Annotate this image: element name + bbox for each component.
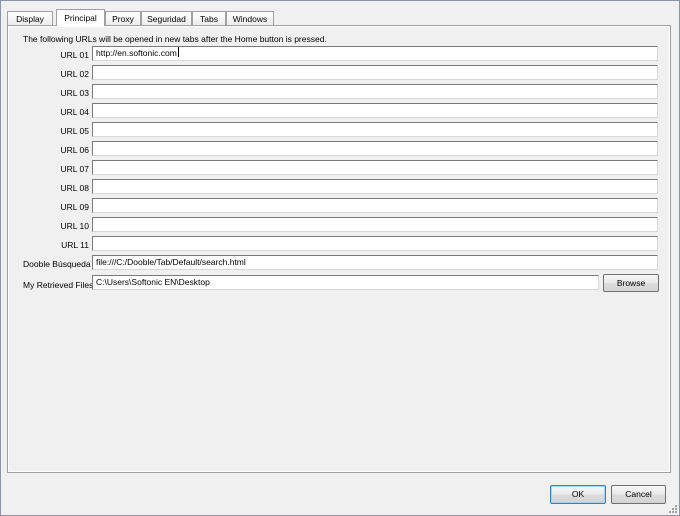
tab-seguridad[interactable]: Seguridad [141, 11, 192, 25]
url-05-input[interactable] [92, 122, 658, 137]
text-caret [177, 47, 179, 57]
url-05-label: URL 05 [60, 126, 89, 136]
url-01-input[interactable]: http://en.softonic.com [92, 46, 658, 61]
search-label: Dooble Búsqueda [23, 259, 91, 269]
ok-button[interactable]: OK [550, 485, 606, 504]
tab-tabs[interactable]: Tabs [192, 11, 226, 25]
url-07-label: URL 07 [60, 164, 89, 174]
url-10-label: URL 10 [60, 221, 89, 231]
tab-display[interactable]: Display [7, 11, 53, 25]
url-09-input[interactable] [92, 198, 658, 213]
browse-button[interactable]: Browse [603, 274, 659, 292]
tab-principal[interactable]: Principal [56, 9, 105, 26]
url-02-input[interactable] [92, 65, 658, 80]
url-02-label: URL 02 [60, 69, 89, 79]
url-07-input[interactable] [92, 160, 658, 175]
retrieved-files-label: My Retrieved Files [23, 280, 94, 290]
principal-panel-body: The following URLs will be opened in new… [9, 27, 669, 471]
url-08-input[interactable] [92, 179, 658, 194]
tab-windows[interactable]: Windows [226, 11, 274, 25]
url-06-input[interactable] [92, 141, 658, 156]
search-url-input[interactable]: file:///C:/Dooble/Tab/Default/search.htm… [92, 255, 658, 270]
url-06-label: URL 06 [60, 145, 89, 155]
url-08-label: URL 08 [60, 183, 89, 193]
info-text: The following URLs will be opened in new… [23, 34, 327, 44]
url-04-input[interactable] [92, 103, 658, 118]
url-01-value: http://en.softonic.com [96, 48, 177, 58]
url-11-label: URL 11 [61, 240, 89, 250]
url-03-input[interactable] [92, 84, 658, 99]
resize-grip-icon[interactable] [667, 503, 677, 513]
principal-tab-panel: The following URLs will be opened in new… [7, 25, 671, 473]
cancel-button[interactable]: Cancel [611, 485, 666, 504]
url-10-input[interactable] [92, 217, 658, 232]
retrieved-files-input[interactable]: C:\Users\Softonic EN\Desktop [92, 275, 599, 290]
url-09-label: URL 09 [60, 202, 89, 212]
url-01-label: URL 01 [60, 50, 89, 60]
settings-window: Display Principal Proxy Seguridad Tabs W… [0, 0, 680, 516]
tab-proxy[interactable]: Proxy [105, 11, 141, 25]
url-04-label: URL 04 [60, 107, 89, 117]
url-03-label: URL 03 [60, 88, 89, 98]
url-11-input[interactable] [92, 236, 658, 251]
